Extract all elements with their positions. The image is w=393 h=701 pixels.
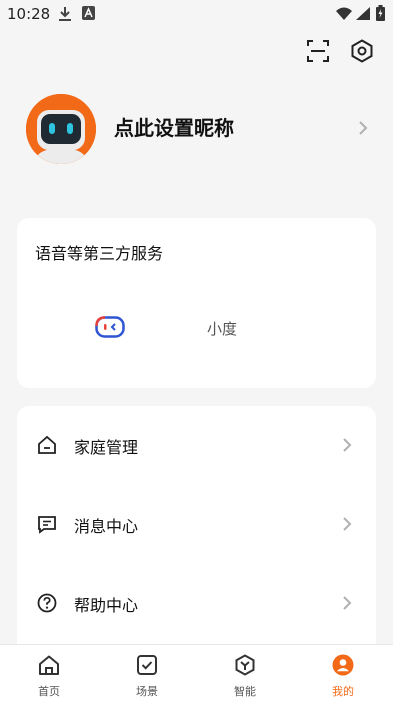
- avatar[interactable]: [26, 94, 96, 164]
- message-icon: [38, 516, 56, 534]
- menu-label: 消息中心: [74, 517, 139, 536]
- tab-scene[interactable]: 场景: [117, 645, 177, 701]
- tab-label: 首页: [38, 685, 60, 698]
- font-a-icon: [82, 6, 95, 20]
- wifi-icon: [336, 7, 352, 20]
- services-title: 语音等第三方服务: [35, 244, 164, 263]
- tab-label: 我的: [332, 685, 354, 698]
- smart-tab-icon: [235, 654, 255, 676]
- chevron-right-icon: [343, 596, 352, 610]
- download-icon: [59, 7, 71, 21]
- help-icon: [37, 593, 57, 613]
- third-party-services-card: 语音等第三方服务 小度: [17, 218, 376, 388]
- menu-label: 家庭管理: [74, 438, 139, 457]
- nickname-label[interactable]: 点此设置昵称: [114, 112, 234, 141]
- home-icon: [38, 435, 56, 454]
- settings-hexagon-icon: [351, 39, 373, 63]
- menu-label: 帮助中心: [74, 596, 139, 615]
- tab-label: 智能: [234, 685, 256, 698]
- battery-icon: [376, 5, 385, 21]
- profile-tab-icon: [332, 654, 354, 676]
- service-item-xiaodu[interactable]: 小度: [87, 314, 247, 344]
- xiaodu-label: 小度: [207, 320, 238, 338]
- tab-label: 场景: [136, 685, 158, 698]
- menu-item-message-center[interactable]: 消息中心: [17, 485, 376, 563]
- menu-item-family-management[interactable]: 家庭管理: [17, 406, 376, 484]
- tab-smart[interactable]: 智能: [215, 645, 275, 701]
- tab-home[interactable]: 首页: [19, 645, 79, 701]
- status-bar: 10:28: [0, 0, 393, 28]
- tab-mine[interactable]: 我的: [313, 645, 373, 701]
- settings-button[interactable]: [348, 37, 376, 65]
- scan-button[interactable]: [304, 37, 332, 65]
- chevron-right-icon: [343, 438, 352, 452]
- signal-icon: [356, 7, 370, 20]
- menu-item-help-center[interactable]: 帮助中心: [17, 564, 376, 642]
- home-tab-icon: [39, 655, 59, 675]
- chevron-right-icon: [343, 517, 352, 531]
- chevron-right-icon: [359, 121, 368, 135]
- status-time: 10:28: [7, 5, 51, 23]
- xiaodu-icon: [95, 316, 125, 338]
- scene-tab-icon: [137, 655, 157, 675]
- menu-card: 家庭管理 消息中心 帮助中心: [17, 406, 376, 666]
- scan-icon: [307, 40, 329, 62]
- profile-row[interactable]: 点此设置昵称: [26, 94, 371, 166]
- robot-avatar-icon: [26, 94, 96, 164]
- bottom-tab-bar: 首页 场景 智能 我的: [0, 644, 393, 701]
